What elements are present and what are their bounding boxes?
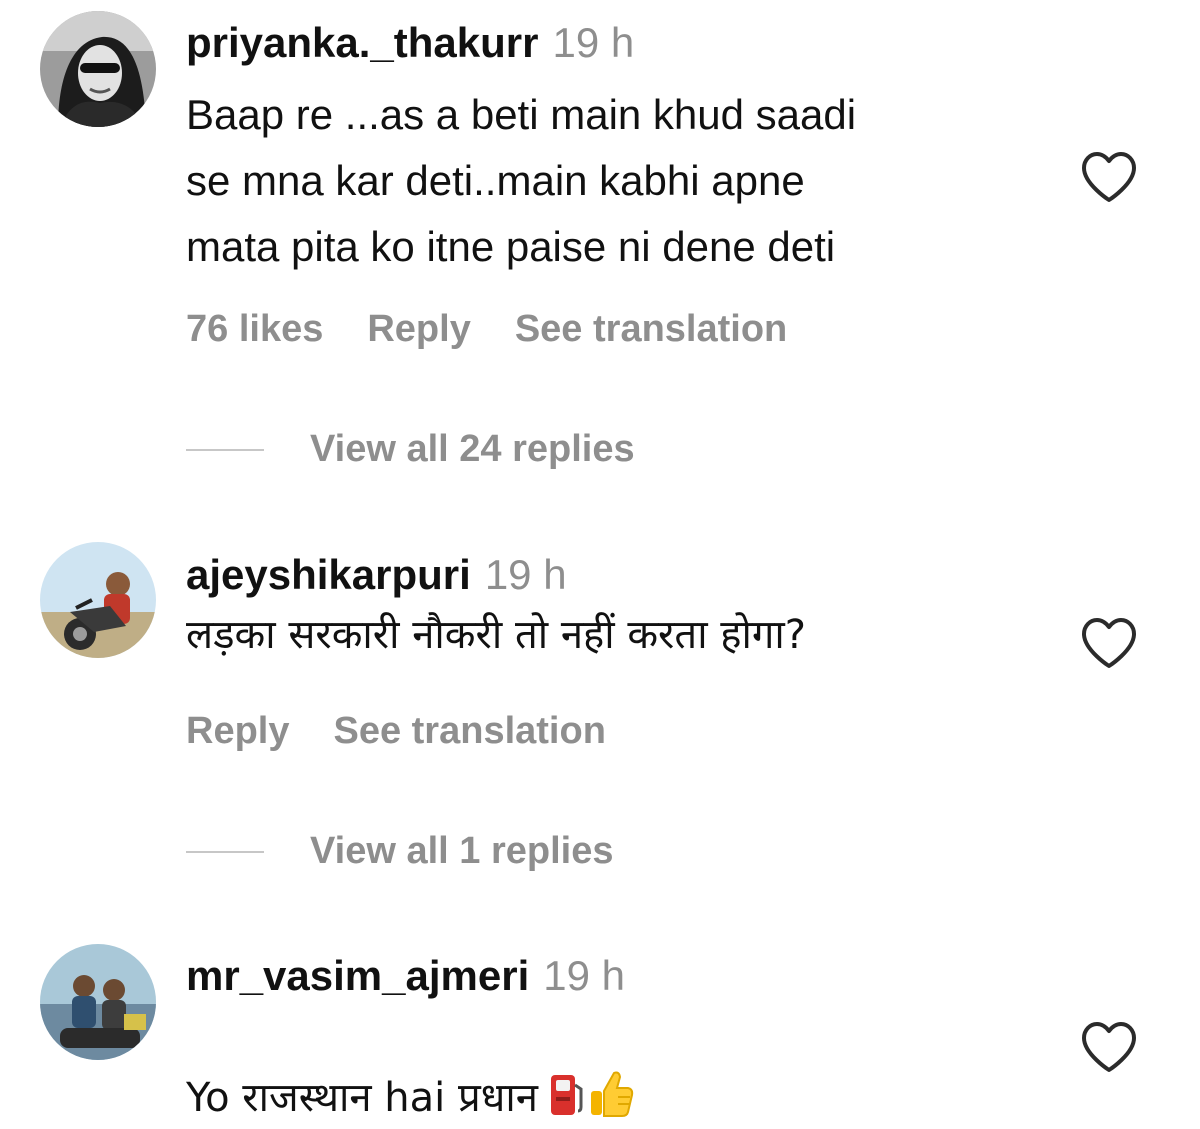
- avatar-image: [40, 11, 156, 127]
- fuel-pump-emoji: [550, 1075, 583, 1115]
- heart-outline-icon[interactable]: [1080, 617, 1138, 669]
- replies-divider-line: [186, 850, 264, 853]
- comment-header: priyanka._thakurr 19 h: [186, 18, 1066, 68]
- timestamp: 19 h: [484, 551, 567, 598]
- see-translation-button[interactable]: See translation: [515, 308, 787, 350]
- username-link[interactable]: priyanka._thakurr: [186, 19, 539, 66]
- timestamp: 19 h: [552, 19, 635, 66]
- view-replies-label: View all 1 replies: [310, 830, 614, 872]
- likes-count[interactable]: 76 likes: [186, 308, 323, 350]
- username-link[interactable]: ajeyshikarpuri: [186, 551, 471, 598]
- view-replies-button[interactable]: View all 24 replies: [186, 428, 635, 471]
- see-translation-button[interactable]: See translation: [333, 710, 605, 752]
- comment-text-row: Yo राजस्थान hai प्रधान: [186, 1005, 1066, 1129]
- comment-actions: 76 likes Reply See translation: [186, 308, 831, 351]
- avatar[interactable]: [40, 11, 156, 127]
- comment-actions: Reply See translation: [186, 710, 650, 753]
- replies-divider-line: [186, 448, 264, 451]
- comment-header: ajeyshikarpuri 19 h: [186, 550, 1066, 600]
- avatar[interactable]: [40, 944, 156, 1060]
- comment-text: Baap re ...as a beti main khud saadi se …: [186, 91, 857, 270]
- reply-button[interactable]: Reply: [186, 710, 289, 752]
- heart-outline-icon[interactable]: [1080, 151, 1138, 203]
- view-replies-label: View all 24 replies: [310, 428, 635, 470]
- reply-button[interactable]: Reply: [367, 308, 470, 350]
- avatar-image: [40, 944, 156, 1060]
- avatar-image: [40, 542, 156, 658]
- comment-text: Yo राजस्थान hai प्रधान: [186, 1075, 538, 1121]
- avatar[interactable]: [40, 542, 156, 658]
- timestamp: 19 h: [543, 952, 625, 999]
- comment-body: priyanka._thakurr 19 h Baap re ...as a be…: [186, 18, 1066, 280]
- comment-body: mr_vasim_ajmeri 19 h Yo राजस्थान hai प्रध…: [186, 951, 1066, 1129]
- comment-header: mr_vasim_ajmeri 19 h: [186, 951, 1066, 1001]
- comment-text: लड़का सरकारी नौकरी तो नहीं करता होगा?: [186, 612, 806, 658]
- username-link[interactable]: mr_vasim_ajmeri: [186, 952, 529, 999]
- heart-outline-icon[interactable]: [1080, 1021, 1138, 1073]
- comment-body: ajeyshikarpuri 19 h लड़का सरकारी नौकरी तो…: [186, 550, 1066, 666]
- view-replies-button[interactable]: View all 1 replies: [186, 830, 613, 873]
